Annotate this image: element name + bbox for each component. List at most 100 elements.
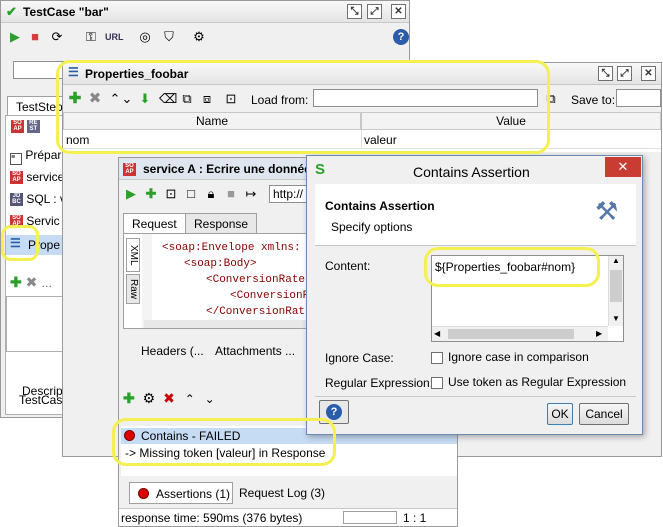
download-icon[interactable]: ⬇ [137,91,153,107]
tab-assertions[interactable]: Assertions (1) [129,482,233,504]
expand-icon[interactable]: ⊡ [163,186,179,202]
load-from-label: Load from: [251,93,309,107]
delete-icon[interactable]: ✖ [163,390,175,406]
credentials-icon[interactable]: ⚿ [83,29,99,45]
regex-checkbox[interactable]: Use token as Regular Expression [431,375,626,389]
more-icon[interactable]: … [41,278,52,290]
xml-line[interactable]: <soap:Body> [184,258,257,270]
add-icon[interactable]: ✚ [123,390,135,406]
check-icon: ✔ [6,4,17,19]
regex-label: Regular Expression: [325,376,434,390]
delete-icon[interactable]: ✖ [26,274,38,290]
failed-status-icon [124,430,135,441]
move-down-icon[interactable]: ⌄ [205,392,215,406]
side-tab-xml[interactable]: XML [126,238,140,272]
maximize-icon[interactable]: ⤢ [617,66,632,81]
app-icon: S [315,161,326,178]
scroll-right-icon[interactable]: ▶ [596,329,602,338]
copy-icon[interactable]: ⧉ [179,91,195,107]
scroll-left-icon[interactable]: ◀ [434,329,440,338]
table-row[interactable]: nom valeur [63,130,661,149]
scroll-thumb[interactable] [448,329,574,339]
table-header-value[interactable]: Value [361,112,661,130]
side-tab-raw[interactable]: Raw [126,274,140,304]
close-icon[interactable]: ✕ [641,66,656,81]
dialog-header: Contains Assertion Specify options ⚒ [315,184,636,246]
cell-value[interactable]: valeur [364,133,397,147]
horizontal-scrollbar[interactable]: ◀ ▶ [432,326,608,341]
minimize-icon[interactable]: ⤡ [598,66,613,81]
save-to-input[interactable] [616,89,661,107]
content-textarea[interactable]: ${Properties_foobar#nom} ▲ ▼ ◀ ▶ [431,255,624,342]
list-item[interactable]: SO AP service [10,170,66,185]
minimize-icon[interactable]: ⤡ [347,4,362,19]
eraser-icon[interactable]: ⌫ [159,91,177,107]
tab-attachments[interactable]: Attachments ... [215,344,295,358]
regex-text: Use token as Regular Expression [448,375,627,389]
add-icon[interactable]: ✚ [10,274,22,290]
run-icon[interactable]: ▶ [7,29,23,45]
status-bar: response time: 590ms (376 bytes) 1 : 1 [119,508,457,526]
delete-icon[interactable]: ✖ [87,91,103,107]
horizontal-scrollbar[interactable] [144,320,307,328]
browse-icon[interactable]: ⧉ [543,91,559,107]
tab-request[interactable]: Request [123,213,186,234]
list-item[interactable]: SO AP Servic [10,214,66,229]
xml-line[interactable]: </ConversionRat [206,306,305,318]
close-icon[interactable]: ✕ [391,4,406,19]
run-icon[interactable]: ▶ [123,186,139,202]
service-title: service A : Ecrire une donnée [143,162,311,176]
checkbox-box[interactable] [431,376,443,389]
settings-circle-icon[interactable]: ◎ [137,29,153,45]
arrow-icon[interactable]: ↦ [243,186,259,202]
gear-icon[interactable]: ⚙ [143,390,156,406]
frame-icon[interactable]: □ [183,186,199,202]
xml-line[interactable]: <soap:Envelope xmlns: [162,242,301,254]
jdbc-icon: JD BC [10,193,23,207]
assertion-message: -> Missing token [valeur] in Response [125,446,326,460]
lock-icon[interactable]: 🔒︎ [203,186,219,202]
properties-titlebar: ☰ Properties_foobar ⤡ ⤢ ✕ [63,63,661,85]
cell-name[interactable]: nom [66,133,89,147]
ignore-case-checkbox[interactable]: Ignore case in comparison [431,350,589,364]
xml-editor: XML Raw <soap:Envelope xmlns: <soap:Body… [123,233,308,329]
help-icon[interactable]: ? [393,29,409,45]
help-button[interactable]: ? [319,400,349,424]
maximize-icon[interactable]: ⤢ [367,4,382,19]
stop-icon[interactable]: ■ [223,186,239,202]
list-item[interactable]: JD BC SQL : v [10,192,66,207]
tab-request-log[interactable]: Request Log (3) [239,486,325,500]
stop-icon[interactable]: ■ [27,29,43,45]
loop-icon[interactable]: ⟳ [49,29,65,45]
cancel-button[interactable]: Cancel [579,403,629,425]
soap-icon: SO AP [123,162,136,177]
add-icon[interactable]: ✚ [143,186,159,202]
list-item[interactable]: ≡ Prépar [10,148,66,165]
scroll-down-icon[interactable]: ▼ [612,314,620,323]
soap-icon[interactable]: SO AP [11,120,24,133]
checkbox-box[interactable] [431,351,443,364]
vertical-scrollbar[interactable]: ▲ ▼ [608,256,623,326]
xml-line[interactable]: <ConversionR [230,290,307,302]
list-item-selected[interactable]: ☰ Prope [6,235,64,255]
tab-headers[interactable]: Headers (... [141,344,204,358]
scroll-thumb[interactable] [610,270,622,302]
xml-line[interactable]: <ConversionRate [206,274,305,286]
endpoint-input[interactable]: http:// [269,185,309,203]
rest-icon[interactable]: RE ST [26,120,40,133]
shield-icon[interactable]: ⛉ [161,29,177,45]
ok-button[interactable]: OK [547,403,573,425]
move-down-icon[interactable]: ⌄ [119,91,135,107]
gear-icon[interactable]: ⚙ [191,29,207,45]
move-up-icon[interactable]: ⌃ [185,392,195,406]
ignore-case-label: Ignore Case: [325,351,394,365]
scroll-up-icon[interactable]: ▲ [612,256,620,265]
url-button[interactable]: URL [105,32,124,42]
tab-response[interactable]: Response [185,213,258,234]
table-header-name[interactable]: Name [63,112,361,130]
load-from-input[interactable] [313,89,538,107]
expand-icon[interactable]: ⊡ [223,91,239,107]
dialog-close-button[interactable]: ✕ [605,157,641,177]
add-icon[interactable]: ✚ [67,91,83,107]
paste-icon[interactable]: ⧈ [199,91,215,107]
